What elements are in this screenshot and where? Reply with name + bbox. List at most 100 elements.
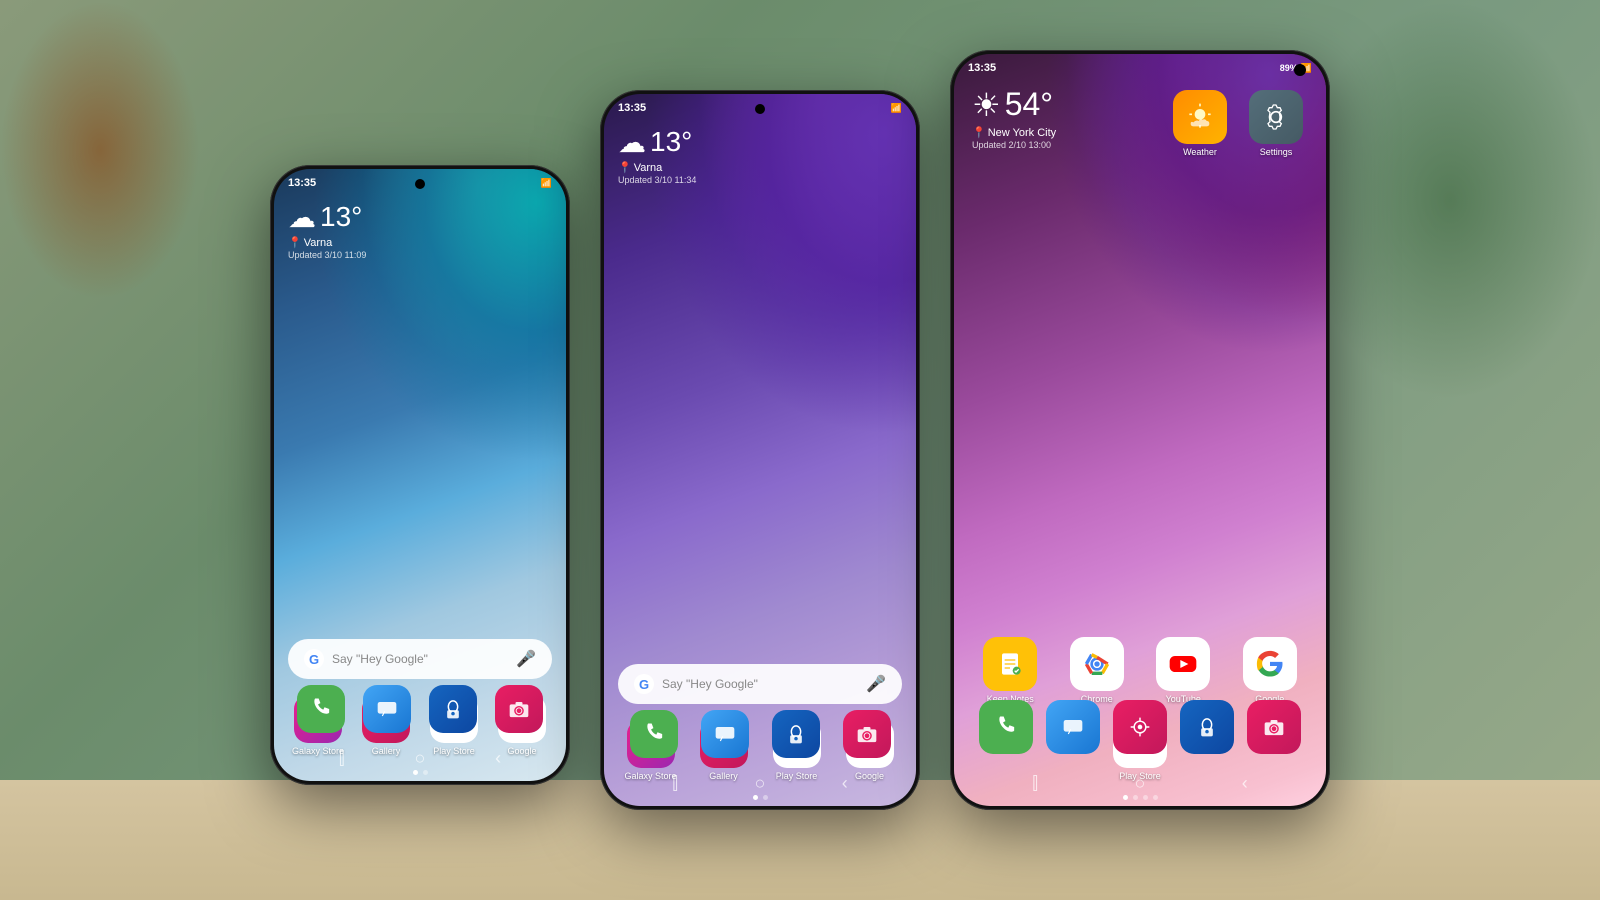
weather-updated-left: Updated 3/10 11:09 — [288, 250, 552, 260]
status-time-mid: 13:35 — [618, 102, 646, 114]
search-inner-mid: G Say "Hey Google" — [634, 674, 866, 694]
dock-samsung-pass-mid[interactable] — [768, 710, 824, 758]
wifi-icon-mid: 📶 — [891, 103, 902, 114]
app-settings-right[interactable]: Settings — [1244, 90, 1308, 157]
dock-mid — [618, 710, 902, 758]
settings-icon-right — [1249, 90, 1303, 144]
weather-left: ☁ 13° 📍 Varna Updated 3/10 11:09 — [274, 193, 566, 268]
camera-hole-right — [1294, 64, 1306, 76]
app-weather-right[interactable]: Weather — [1168, 90, 1232, 157]
weather-temp-left: ☁ 13° — [288, 201, 552, 234]
nav-home-mid[interactable]: ○ — [754, 773, 765, 794]
dock-camera-left[interactable] — [491, 685, 547, 733]
google-logo-mid: G — [634, 674, 654, 694]
dock-messages-right[interactable] — [1041, 700, 1105, 754]
messages-icon-right — [1046, 700, 1100, 754]
weather-mid: ☁ 13° 📍 Varna Updated 3/10 11:34 — [604, 118, 916, 193]
chrome-icon-right — [1070, 637, 1124, 691]
dock-phone-left[interactable] — [293, 685, 349, 733]
weather-icon-right: ☀ — [972, 86, 1001, 124]
status-icons-left: 📶 — [541, 178, 552, 189]
camera-hole-left — [415, 179, 425, 189]
weather-location-right: 📍 New York City — [972, 126, 1056, 139]
weather-location-mid: 📍 Varna — [618, 161, 902, 174]
nav-recents-mid[interactable]: ⫿ — [672, 773, 678, 794]
messages-icon-left — [363, 685, 411, 733]
location-name-mid: Varna — [634, 162, 663, 174]
google-logo-left: G — [304, 649, 324, 669]
camera-hole-mid — [755, 104, 765, 114]
status-icons-mid: 📶 — [891, 103, 902, 114]
nav-bar-left: ⫿ ○ ‹ — [274, 744, 566, 773]
gallery-icon-dock-right — [1113, 700, 1167, 754]
search-bar-left[interactable]: G Say "Hey Google" 🎤 — [288, 639, 552, 679]
weather-temp-value-mid: 13° — [650, 126, 692, 158]
phone-icon-mid — [630, 710, 678, 758]
search-placeholder-mid: Say "Hey Google" — [662, 677, 758, 691]
dock-samsung-pass-right[interactable] — [1175, 700, 1239, 754]
dock-camera-right[interactable] — [1242, 700, 1306, 754]
nav-back-left[interactable]: ‹ — [495, 748, 501, 769]
top-apps-right: Weather Settings — [1168, 90, 1308, 157]
search-bar-mid[interactable]: G Say "Hey Google" 🎤 — [618, 664, 902, 704]
app-youtube-right[interactable]: YouTube — [1151, 637, 1215, 704]
camera-icon-mid — [843, 710, 891, 758]
settings-label-right: Settings — [1260, 147, 1293, 157]
samsung-pass-icon-left — [429, 685, 477, 733]
location-pin-mid: 📍 — [618, 161, 632, 174]
location-name-right: New York City — [988, 127, 1056, 139]
messages-icon-mid — [701, 710, 749, 758]
weather-temp-value-left: 13° — [320, 201, 362, 233]
weather-temp-value-right: 54° — [1005, 86, 1053, 123]
dock-phone-mid[interactable] — [626, 710, 682, 758]
weather-location-left: 📍 Varna — [288, 236, 552, 249]
dock-samsung-pass-left[interactable] — [425, 685, 481, 733]
status-bar-right: 13:35 89% 📶 — [954, 54, 1326, 78]
phone-left: 13:35 📶 ☁ 13° 📍 Varna Updated 3/10 11:09 — [270, 165, 570, 785]
dock-messages-mid[interactable] — [697, 710, 753, 758]
app-google-right[interactable]: Google — [1238, 637, 1302, 704]
camera-icon-right — [1247, 700, 1301, 754]
status-time-left: 13:35 — [288, 177, 316, 189]
weather-temp-right: ☀ 54° — [972, 86, 1056, 124]
nav-recents-left[interactable]: ⫿ — [339, 748, 345, 769]
samsung-pass-icon-mid — [772, 710, 820, 758]
weather-right: ☀ 54° 📍 New York City Updated 2/10 13:00 — [972, 82, 1056, 154]
weather-icon-mid: ☁ — [618, 126, 646, 159]
nav-back-right[interactable]: ‹ — [1242, 773, 1248, 794]
location-pin-left: 📍 — [288, 236, 302, 249]
phone-right: 13:35 89% 📶 ☀ 54° 📍 New York City — [950, 50, 1330, 810]
mic-icon-mid[interactable]: 🎤 — [866, 674, 886, 694]
dock-phone-right[interactable] — [974, 700, 1038, 754]
nav-home-left[interactable]: ○ — [414, 748, 425, 769]
app-keep-notes-right[interactable]: Keep Notes — [978, 637, 1042, 704]
keep-notes-icon-right — [983, 637, 1037, 691]
dock-camera-mid[interactable] — [839, 710, 895, 758]
status-time-right: 13:35 — [968, 62, 996, 74]
weather-app-label-right: Weather — [1183, 147, 1217, 157]
nav-recents-right[interactable]: ⫿ — [1032, 773, 1038, 794]
mic-icon-left[interactable]: 🎤 — [516, 649, 536, 669]
samsung-pass-icon-right — [1180, 700, 1234, 754]
youtube-icon-right — [1156, 637, 1210, 691]
weather-updated-mid: Updated 3/10 11:34 — [618, 175, 902, 185]
dock-gallery-right[interactable] — [1108, 700, 1172, 754]
phone-icon-left — [297, 685, 345, 733]
weather-updated-right: Updated 2/10 13:00 — [972, 140, 1056, 150]
phone-mid: 13:35 📶 ☁ 13° 📍 Varna Updated 3/10 11:34 — [600, 90, 920, 810]
google-icon-right — [1243, 637, 1297, 691]
weather-icon-left: ☁ — [288, 201, 316, 234]
dock-messages-left[interactable] — [359, 685, 415, 733]
wifi-icon-left: 📶 — [541, 178, 552, 189]
nav-bar-mid: ⫿ ○ ‹ — [604, 769, 916, 798]
phones-container: 13:35 📶 ☁ 13° 📍 Varna Updated 3/10 11:09 — [0, 0, 1600, 900]
nav-home-right[interactable]: ○ — [1134, 773, 1145, 794]
phone-icon-right — [979, 700, 1033, 754]
search-placeholder-left: Say "Hey Google" — [332, 652, 428, 666]
nav-back-mid[interactable]: ‹ — [842, 773, 848, 794]
dock-left — [288, 685, 552, 733]
camera-icon-left — [495, 685, 543, 733]
app-chrome-right[interactable]: Chrome — [1065, 637, 1129, 704]
weather-temp-mid: ☁ 13° — [618, 126, 902, 159]
nav-bar-right: ⫿ ○ ‹ — [954, 769, 1326, 798]
